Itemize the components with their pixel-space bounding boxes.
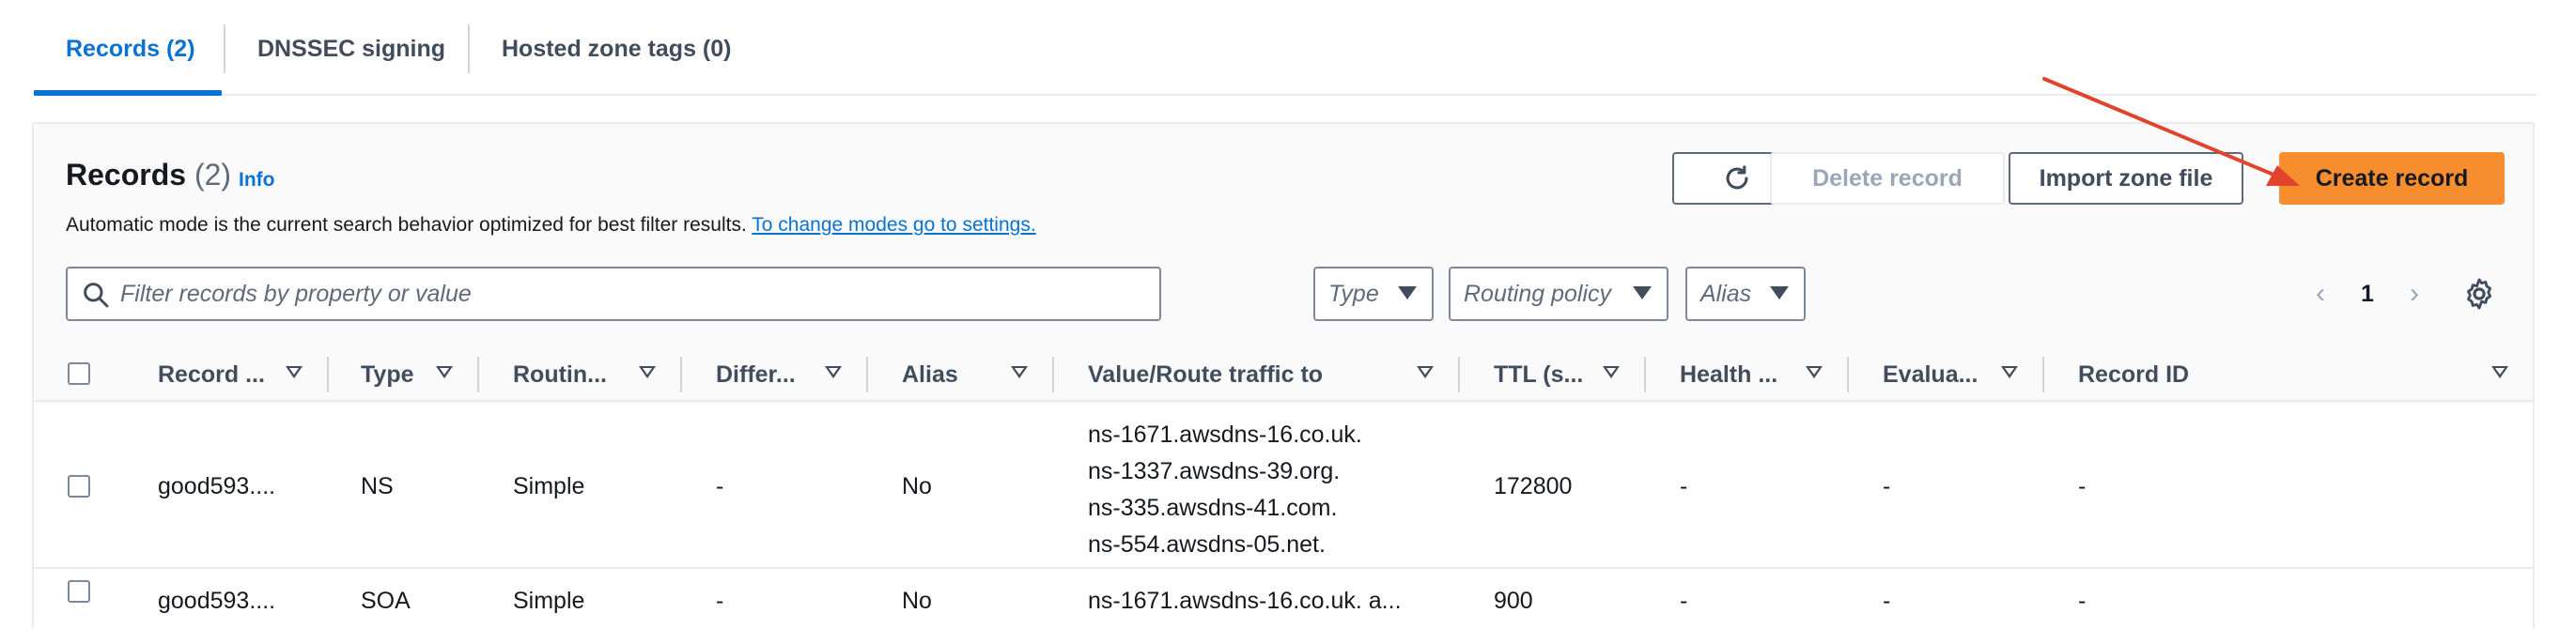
annotation-arrow bbox=[2042, 77, 2300, 186]
